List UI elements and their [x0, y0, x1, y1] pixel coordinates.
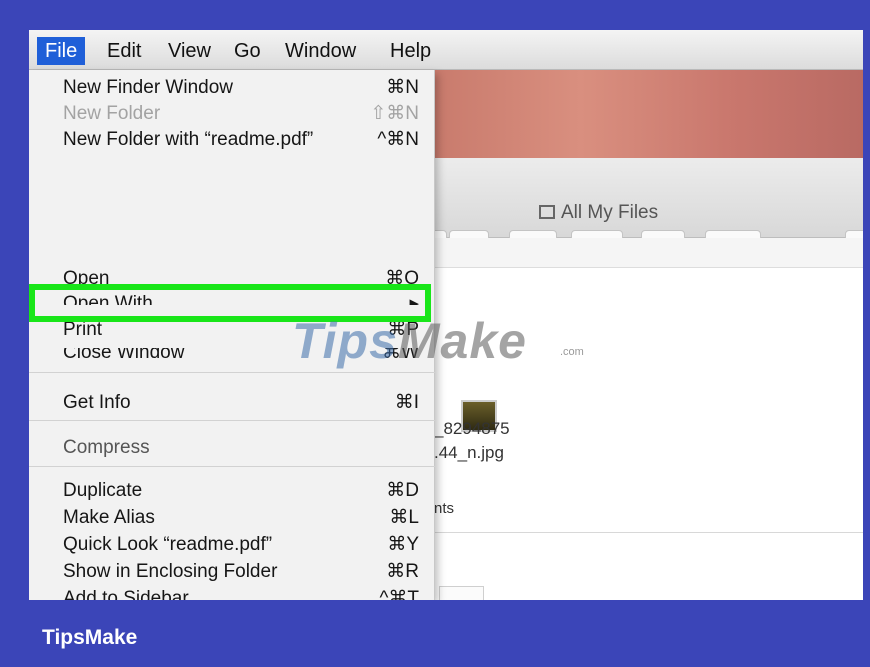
menu-item-compress[interactable]: Compress — [63, 435, 419, 461]
menu-bar: File Edit View Go Window Help — [29, 30, 863, 70]
footer-brand: TipsMake — [42, 626, 138, 649]
menu-edit[interactable]: Edit — [107, 37, 141, 65]
menu-item-shortcut: ^⌘T — [379, 588, 419, 600]
menu-separator — [29, 372, 435, 373]
menu-item-quick-look[interactable]: Quick Look “readme.pdf” ⌘Y — [63, 532, 419, 558]
menu-item-label: New Folder with “readme.pdf” — [63, 129, 314, 150]
file-name-line1[interactable]: _8294875 — [434, 419, 510, 439]
menu-item-shortcut: ^⌘N — [377, 129, 419, 150]
menu-item-label: Duplicate — [63, 480, 143, 501]
watermark-part-a: Tips — [292, 313, 398, 369]
menu-item-new-folder-with-selection[interactable]: New Folder with “readme.pdf” ^⌘N — [63, 127, 419, 153]
menu-item-shortcut: ⌘D — [386, 480, 419, 501]
menu-item-label: Show in Enclosing Folder — [63, 561, 278, 582]
menu-item-label: Get Info — [63, 392, 131, 413]
file-name-line2[interactable]: .44_n.jpg — [434, 443, 504, 463]
menu-item-label: Compress — [63, 437, 150, 458]
menu-item-label: New Finder Window — [63, 77, 233, 98]
watermark-part-b: Make — [397, 313, 527, 369]
menu-item-shortcut: ⌘N — [386, 77, 419, 98]
menu-file[interactable]: File — [37, 37, 86, 65]
menu-item-label: Quick Look “readme.pdf” — [63, 534, 273, 555]
menu-item-show-in-enclosing-folder[interactable]: Show in Enclosing Folder ⌘R — [63, 559, 419, 585]
menu-window[interactable]: Window — [285, 37, 356, 65]
menu-go[interactable]: Go — [234, 37, 261, 65]
menu-item-shortcut: ⌘I — [394, 392, 419, 413]
watermark-suffix: .com — [560, 346, 584, 358]
menu-item-label: New Folder — [63, 103, 161, 124]
menu-item-shortcut: ⌘Y — [387, 534, 419, 555]
all-files-icon — [539, 205, 555, 219]
menu-item-shortcut: ⌘L — [389, 507, 419, 528]
menu-separator — [29, 420, 435, 421]
menu-item-shortcut: ⇧⌘N — [370, 103, 419, 124]
menu-help[interactable]: Help — [390, 37, 431, 65]
menu-item-new-finder-window[interactable]: New Finder Window ⌘N — [63, 75, 419, 101]
tipsmake-watermark: TipsMake — [292, 312, 527, 370]
desktop-photo — [429, 70, 863, 158]
finder-list-header — [434, 238, 863, 268]
menu-item-new-folder: New Folder ⇧⌘N — [63, 101, 419, 127]
menu-item-label: Close Window — [63, 348, 185, 362]
window-title-text: All My Files — [561, 202, 659, 223]
menu-item-get-info[interactable]: Get Info ⌘I — [63, 390, 419, 416]
menu-item-duplicate[interactable]: Duplicate ⌘D — [63, 478, 419, 504]
menu-separator — [29, 466, 435, 467]
menu-item-shortcut: ⌘R — [386, 561, 419, 582]
document-thumbnail[interactable] — [439, 586, 484, 600]
section-label: nts — [434, 500, 455, 517]
menu-view[interactable]: View — [168, 37, 211, 65]
window-title: All My Files — [539, 202, 658, 224]
menu-item-label: Make Alias — [63, 507, 155, 528]
menu-item-add-to-sidebar[interactable]: Add to Sidebar ^⌘T — [63, 586, 419, 600]
menu-item-make-alias[interactable]: Make Alias ⌘L — [63, 505, 419, 531]
menu-item-label: Add to Sidebar — [63, 588, 189, 600]
section-divider — [434, 532, 863, 533]
